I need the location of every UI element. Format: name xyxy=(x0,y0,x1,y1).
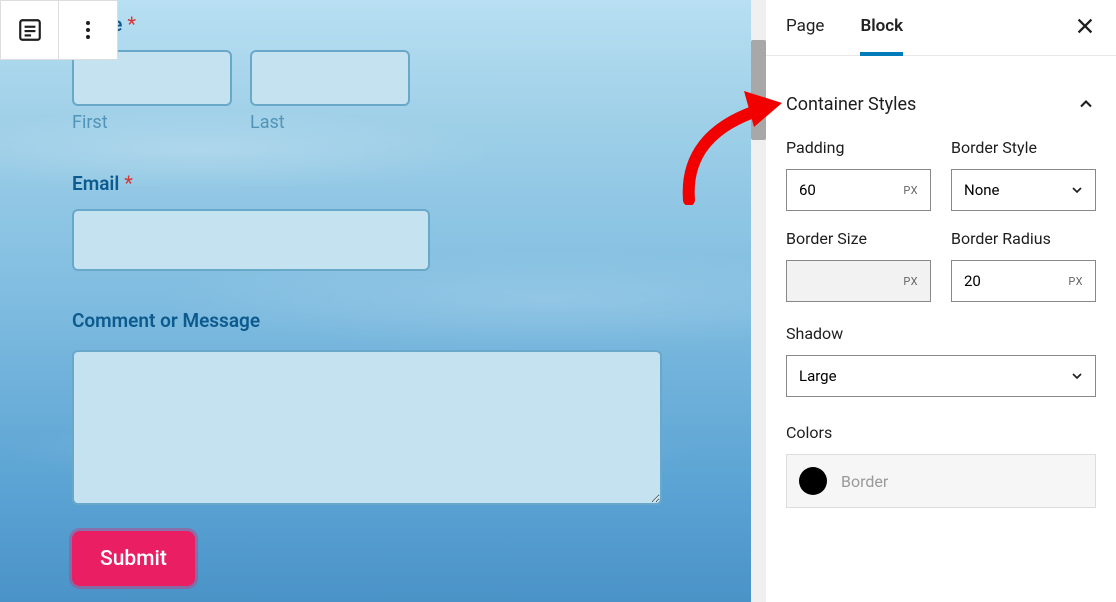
sidebar-tabs: Page Block xyxy=(766,0,1116,56)
email-input[interactable] xyxy=(72,209,430,271)
form-content: Name* First Last Email* Comment or Messa… xyxy=(72,0,706,586)
close-sidebar-button[interactable] xyxy=(1074,15,1096,41)
border-radius-value: 20 xyxy=(964,272,981,290)
color-border-label: Border xyxy=(841,472,888,491)
last-sublabel: Last xyxy=(250,112,410,133)
padding-label: Padding xyxy=(786,138,931,157)
padding-field: Padding 60 PX xyxy=(786,138,931,211)
padding-input[interactable]: 60 PX xyxy=(786,169,931,211)
comment-label: Comment or Message xyxy=(72,309,260,332)
ellipsis-vertical-icon xyxy=(76,18,100,42)
shadow-value: Large xyxy=(799,367,837,385)
scrollbar-thumb[interactable] xyxy=(751,40,766,140)
editor-canvas: Name* First Last Email* Comment or Messa… xyxy=(0,0,766,602)
canvas-scrollbar[interactable] xyxy=(751,0,766,602)
form-icon xyxy=(17,17,43,43)
shadow-field: Shadow Large xyxy=(786,324,1096,397)
form-block-icon-button[interactable] xyxy=(1,1,59,59)
tab-page[interactable]: Page xyxy=(786,0,824,56)
colors-label: Colors xyxy=(786,423,1096,442)
panel-toggle[interactable]: Container Styles xyxy=(786,76,1096,132)
shadow-select[interactable]: Large xyxy=(786,355,1096,397)
tab-block[interactable]: Block xyxy=(860,0,903,56)
close-icon xyxy=(1074,15,1096,37)
border-radius-label: Border Radius xyxy=(951,229,1096,248)
border-radius-unit: PX xyxy=(1068,275,1083,288)
fields-grid: Padding 60 PX Border Style None xyxy=(786,138,1096,302)
block-toolbar xyxy=(0,0,118,60)
border-size-label: Border Size xyxy=(786,229,931,248)
settings-sidebar: Page Block Container Styles Padding xyxy=(766,0,1116,602)
border-color-row[interactable]: Border xyxy=(786,454,1096,508)
email-label: Email xyxy=(72,172,119,195)
border-style-value: None xyxy=(964,181,1000,199)
color-swatch xyxy=(799,467,827,495)
border-size-field: Border Size PX xyxy=(786,229,931,302)
panel-title: Container Styles xyxy=(786,94,916,115)
required-asterisk: * xyxy=(127,12,136,36)
required-asterisk: * xyxy=(124,171,133,195)
border-radius-input[interactable]: 20 PX xyxy=(951,260,1096,302)
border-size-input[interactable]: PX xyxy=(786,260,931,302)
submit-button[interactable]: Submit xyxy=(72,531,195,586)
border-style-label: Border Style xyxy=(951,138,1096,157)
container-styles-panel: Container Styles Padding 60 PX Border St… xyxy=(766,56,1116,508)
more-options-button[interactable] xyxy=(59,1,117,59)
colors-section: Colors Border xyxy=(786,423,1096,508)
last-name-input[interactable] xyxy=(250,50,410,106)
comment-textarea[interactable] xyxy=(72,350,662,505)
border-radius-field: Border Radius 20 PX xyxy=(951,229,1096,302)
app-root: Name* First Last Email* Comment or Messa… xyxy=(0,0,1116,602)
border-size-unit: PX xyxy=(903,275,918,288)
padding-unit: PX xyxy=(903,184,918,197)
shadow-label: Shadow xyxy=(786,324,1096,343)
border-style-field: Border Style None xyxy=(951,138,1096,211)
chevron-up-icon xyxy=(1076,94,1096,114)
chevron-down-icon xyxy=(1069,368,1085,384)
border-style-select[interactable]: None xyxy=(951,169,1096,211)
chevron-down-icon xyxy=(1069,182,1085,198)
first-sublabel: First xyxy=(72,112,232,133)
padding-value: 60 xyxy=(799,181,816,199)
